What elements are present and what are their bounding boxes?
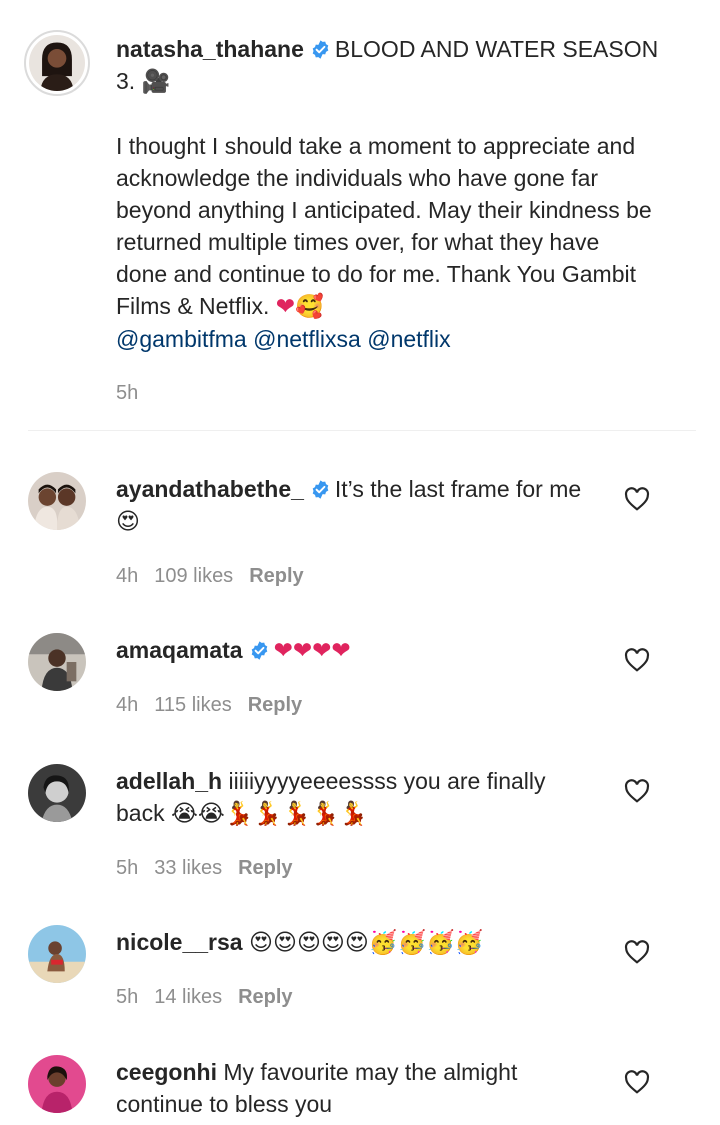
reply-button[interactable]: Reply <box>238 986 292 1008</box>
reply-button[interactable]: Reply <box>248 694 302 716</box>
caption-body-emoji: ❤🥰 <box>275 294 324 320</box>
verified-badge-icon <box>249 640 270 661</box>
heart-outline-icon[interactable] <box>624 1070 650 1094</box>
caption-username[interactable]: natasha_thahane <box>116 36 304 62</box>
comments-screen: natasha_thahane BLOOD AND WATER SEASON 3.… <box>0 0 720 1125</box>
comment-avatar-nicole[interactable] <box>28 925 86 983</box>
comment-username[interactable]: adellah_h <box>116 768 222 794</box>
comment-avatar-ceegonhi[interactable] <box>28 1055 86 1113</box>
comment-item: ceegonhi My favourite may the almight co… <box>116 1056 586 1120</box>
heart-outline-icon[interactable] <box>624 940 650 964</box>
comment-username[interactable]: nicole__rsa <box>116 929 243 955</box>
verified-badge-icon <box>310 479 331 500</box>
comment-username[interactable]: ceegonhi <box>116 1059 217 1085</box>
caption-time: 5h <box>116 382 139 404</box>
avatar-image <box>28 633 86 691</box>
avatar-image <box>28 1055 86 1113</box>
heart-outline-icon[interactable] <box>624 648 650 672</box>
comment-time: 4h <box>116 694 139 716</box>
reply-button[interactable]: Reply <box>249 565 303 587</box>
heart-outline-icon[interactable] <box>624 487 650 511</box>
comment-username[interactable]: ayandathabethe_ <box>116 476 304 502</box>
comment-time: 5h <box>116 857 139 879</box>
comment-item: nicole__rsa 😍😍😍😍😍🥳🥳🥳🥳 5h 14 likes Reply <box>116 926 586 1009</box>
caption-block: natasha_thahane BLOOD AND WATER SEASON 3.… <box>116 33 676 405</box>
caption-mentions[interactable]: @gambitfma @netflixsa @netflix <box>116 323 676 355</box>
comment-likes[interactable]: 14 likes <box>154 986 222 1008</box>
caption-avatar-image <box>29 35 85 91</box>
comment-item: adellah_h iiiiiyyyyeeeessss you are fina… <box>116 765 586 880</box>
avatar-image <box>28 472 86 530</box>
avatar-image <box>28 764 86 822</box>
avatar-image <box>28 925 86 983</box>
comment-item: ayandathabethe_ It’s the last frame for m… <box>116 473 586 588</box>
reply-button[interactable]: Reply <box>238 857 292 879</box>
comment-emoji: 😭😭💃💃💃💃💃 <box>170 801 368 827</box>
comment-username[interactable]: amaqamata <box>116 637 243 663</box>
heart-outline-icon[interactable] <box>624 779 650 803</box>
comment-text: It’s the last frame for me <box>334 476 582 502</box>
comment-likes[interactable]: 33 likes <box>154 857 222 879</box>
comment-likes[interactable]: 115 likes <box>154 694 231 716</box>
comment-emoji: 😍😍😍😍😍🥳🥳🥳🥳 <box>248 930 484 956</box>
comment-avatar-amaqamata[interactable] <box>28 633 86 691</box>
caption-avatar[interactable] <box>24 30 90 96</box>
caption-divider <box>28 430 696 431</box>
comment-time: 5h <box>116 986 139 1008</box>
caption-body: I thought I should take a moment to appr… <box>116 133 652 319</box>
comment-emoji: ❤❤❤❤ <box>273 638 351 664</box>
comment-item: amaqamata ❤❤❤❤ 4h 115 likes Reply <box>116 634 586 717</box>
comment-likes[interactable]: 109 likes <box>154 565 233 587</box>
comment-avatar-adellah[interactable] <box>28 764 86 822</box>
comment-time: 4h <box>116 565 139 587</box>
comment-emoji: 😍 <box>116 509 140 535</box>
verified-badge-icon <box>310 39 331 60</box>
comment-avatar-ayandathabethe[interactable] <box>28 472 86 530</box>
camera-emoji: 🎥 <box>141 69 171 95</box>
